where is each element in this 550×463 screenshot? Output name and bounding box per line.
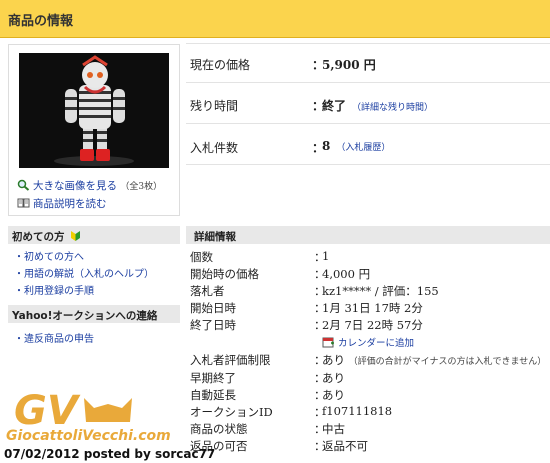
detail-label: 落札者 (190, 284, 225, 298)
detail-value: 2月 7日 22時 57分 (322, 318, 423, 332)
sidebar-item-registration[interactable]: ・利用登録の手順 (14, 282, 94, 297)
sidebar-item-label: 用語の解説（入札のヘルプ） (24, 269, 154, 280)
view-large-label: 大きな画像を見る (33, 180, 117, 192)
bids-label: 入札件数 (190, 141, 239, 155)
toy-figure-image (19, 53, 169, 168)
sidebar-item-label: 初めての方へ (24, 252, 84, 263)
watermark-logo-text: GV (14, 388, 81, 432)
detail-label: 個数 (190, 250, 213, 264)
current-price-value: 5,900 円 (322, 58, 376, 72)
magnifier-icon (17, 179, 30, 191)
beginner-mark-icon (71, 231, 81, 241)
sidebar-item-beginners-guide[interactable]: ・初めての方へ (14, 248, 84, 263)
crown-icon (84, 398, 132, 422)
detail-value: あり (322, 388, 345, 402)
book-icon (17, 198, 30, 208)
sidebar-item-report-violation[interactable]: ・違反商品の申告 (14, 330, 94, 345)
watermark-logo: GV (14, 388, 132, 432)
detail-label: 自動延長 (190, 388, 236, 402)
detail-value: 1 (322, 249, 330, 263)
sidebar-item-label: 違反商品の申告 (24, 334, 94, 345)
add-to-calendar-link[interactable]: カレンダーに追加 (322, 335, 414, 349)
detail-value: あり (322, 353, 345, 367)
divider (186, 164, 550, 165)
time-left-label: 残り時間 (190, 99, 239, 113)
detail-label: 早期終了 (190, 371, 236, 385)
item-image-panel: 大きな画像を見る （全3枚） 商品説明を読む (8, 44, 180, 216)
section-title: 商品の情報 (8, 14, 74, 29)
contact-box-header: Yahoo!オークションへの連絡 (8, 305, 180, 323)
watermark-site: GiocattoliVecchi.com (6, 428, 171, 444)
sidebar-item-label: 利用登録の手順 (24, 286, 94, 297)
image-count: （全3枚） (120, 182, 163, 192)
detail-label: 開始日時 (190, 301, 236, 315)
read-description-link[interactable]: 商品説明を読む (17, 196, 107, 211)
winner-value[interactable]: kz1***** / 評価：155 (322, 283, 439, 299)
detail-label: オークションID (190, 405, 273, 419)
detail-label: 終了日時 (190, 318, 236, 332)
beginners-title: 初めての方 (12, 231, 65, 243)
detail-value: 1月 31日 17時 2分 (322, 301, 423, 315)
read-description-label: 商品説明を読む (33, 198, 107, 210)
details-title: 詳細情報 (194, 231, 236, 243)
bidder-rating-note: （評価の合計がマイナスの方は入札できません） (348, 357, 547, 367)
time-left-row: 終了 （詳細な残り時間） (322, 97, 433, 114)
bid-history-link[interactable]: （入札履歴） (336, 143, 390, 153)
divider (186, 82, 550, 83)
detail-value: 中古 (322, 422, 345, 436)
auction-id-value: f107111818 (322, 404, 393, 418)
detail-value: 4,000 円 (322, 267, 371, 281)
detail-value: 返品不可 (322, 439, 368, 453)
current-price-label: 現在の価格 (190, 58, 251, 72)
add-to-calendar-label: カレンダーに追加 (338, 338, 415, 349)
bids-row: 8 （入札履歴） (322, 139, 390, 153)
item-photo[interactable] (19, 53, 169, 168)
sidebar-item-glossary[interactable]: ・用語の解説（入札のヘルプ） (14, 265, 154, 280)
contact-title: Yahoo!オークションへの連絡 (12, 310, 158, 322)
time-left-detail-link[interactable]: （詳細な残り時間） (352, 103, 433, 113)
details-header: 詳細情報 (186, 226, 550, 244)
divider (186, 43, 550, 44)
bids-value: 8 (322, 139, 331, 153)
beginners-box-header: 初めての方 (8, 226, 180, 244)
view-large-image-link[interactable]: 大きな画像を見る （全3枚） (17, 178, 162, 193)
detail-label: 商品の状態 (190, 422, 248, 436)
divider (186, 123, 550, 124)
detail-label: 入札者評価制限 (190, 353, 271, 367)
detail-value: あり (322, 371, 345, 385)
section-header: 商品の情報 (0, 0, 550, 38)
detail-value-row: あり （評価の合計がマイナスの方は入札できません） (322, 352, 546, 368)
detail-label: 開始時の価格 (190, 267, 259, 281)
time-left-value: 終了 (322, 99, 347, 113)
calendar-icon (322, 337, 334, 348)
posted-caption: 07/02/2012 posted by sorcac77 (4, 447, 216, 461)
